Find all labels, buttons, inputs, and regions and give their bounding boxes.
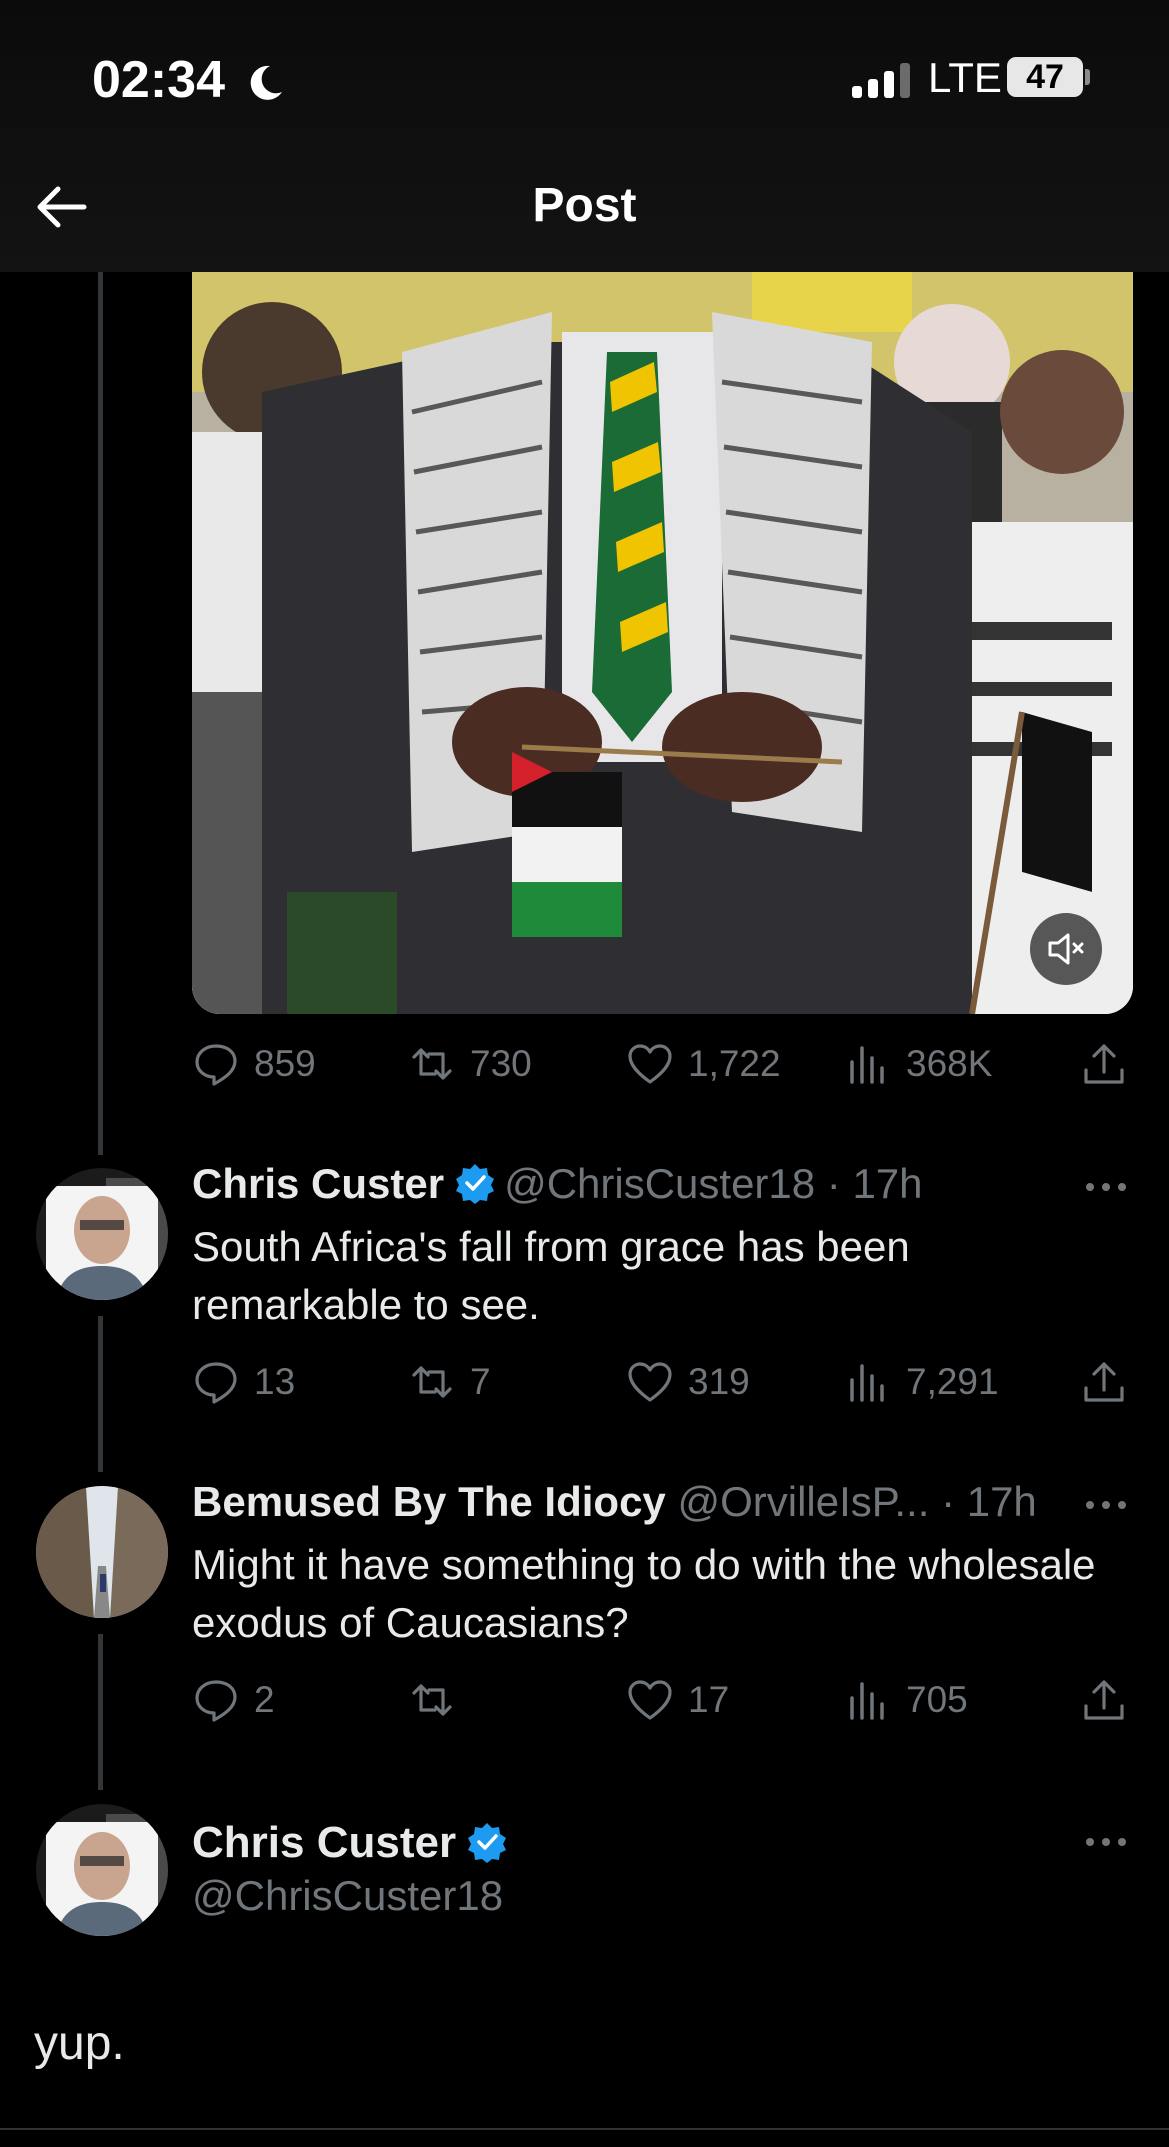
like-count: 319 bbox=[688, 1361, 750, 1402]
top-bar: 02:34 LTE 47 Post bbox=[0, 0, 1169, 272]
thread-line bbox=[98, 272, 103, 1155]
repost-icon bbox=[412, 1366, 452, 1398]
share-icon bbox=[1084, 1044, 1124, 1084]
view-count: 705 bbox=[906, 1679, 968, 1720]
reply-count: 859 bbox=[254, 1043, 316, 1084]
reply-icon bbox=[195, 1362, 237, 1404]
focused-post-text: yup. bbox=[34, 2017, 125, 2070]
like-count: 17 bbox=[688, 1679, 730, 1720]
like-button[interactable]: 319 bbox=[626, 1352, 750, 1412]
like-button[interactable]: 17 bbox=[626, 1670, 729, 1730]
share-icon bbox=[1084, 1680, 1124, 1720]
more-icon[interactable] bbox=[1082, 1832, 1130, 1852]
views-icon bbox=[850, 1682, 884, 1720]
battery-icon: 47 bbox=[1007, 57, 1083, 97]
heart-icon bbox=[628, 1044, 672, 1084]
post-time: · 17h bbox=[941, 1478, 1037, 1525]
views-button[interactable]: 7,291 bbox=[844, 1352, 999, 1412]
speaker-muted-icon bbox=[1048, 933, 1084, 965]
avatar[interactable] bbox=[36, 1168, 168, 1300]
display-name[interactable]: Bemused By The Idiocy bbox=[192, 1478, 666, 1525]
main-tweet-actions: 859 730 1,722 368K bbox=[192, 1034, 1133, 1094]
repost-button[interactable] bbox=[408, 1670, 470, 1730]
reply-button[interactable]: 2 bbox=[192, 1670, 275, 1730]
moon-icon bbox=[250, 65, 282, 100]
avatar-image bbox=[36, 1486, 168, 1618]
reply-text: South Africa's fall from grace has been … bbox=[192, 1223, 910, 1328]
views-button[interactable]: 705 bbox=[844, 1670, 968, 1730]
like-count: 1,722 bbox=[688, 1043, 781, 1084]
repost-count: 730 bbox=[470, 1043, 532, 1084]
like-button[interactable]: 1,722 bbox=[626, 1034, 781, 1094]
avatar[interactable] bbox=[36, 1804, 168, 1936]
battery-tip bbox=[1085, 69, 1090, 85]
heart-icon bbox=[628, 1362, 672, 1402]
handle[interactable]: @ChrisCuster18 bbox=[504, 1160, 815, 1207]
views-icon bbox=[850, 1046, 884, 1084]
network-label: LTE bbox=[928, 54, 1002, 101]
reply-icon bbox=[195, 1680, 237, 1722]
share-button[interactable] bbox=[1080, 1034, 1128, 1094]
video-frame bbox=[192, 272, 1133, 1014]
avatar-image bbox=[36, 1804, 168, 1936]
reply-1-actions: 13 7 319 7,291 bbox=[192, 1352, 1133, 1412]
repost-icon bbox=[412, 1048, 452, 1080]
reply-2-actions: 2 17 705 bbox=[192, 1670, 1133, 1730]
reply-1-header: Chris Custer @ChrisCuster18 · 17h bbox=[192, 1160, 923, 1208]
share-icon bbox=[1084, 1362, 1124, 1402]
more-icon[interactable] bbox=[1082, 1495, 1130, 1515]
share-button[interactable] bbox=[1080, 1670, 1128, 1730]
mute-button[interactable] bbox=[1030, 913, 1102, 985]
verified-badge-icon bbox=[456, 1164, 495, 1204]
share-button[interactable] bbox=[1080, 1352, 1128, 1412]
views-icon bbox=[850, 1364, 884, 1402]
reply-button[interactable]: 859 bbox=[192, 1034, 316, 1094]
display-name[interactable]: Chris Custer bbox=[192, 1160, 444, 1207]
reply-icon bbox=[195, 1044, 237, 1086]
reply-text: Might it have something to do with the w… bbox=[192, 1541, 1096, 1646]
post-time: · 17h bbox=[826, 1160, 923, 1207]
reply-count: 2 bbox=[254, 1679, 275, 1720]
view-count: 368K bbox=[906, 1043, 993, 1084]
reply-button[interactable]: 13 bbox=[192, 1352, 295, 1412]
handle[interactable]: @OrvilleIsP... bbox=[677, 1478, 929, 1525]
views-button[interactable]: 368K bbox=[844, 1034, 992, 1094]
avatar-image bbox=[36, 1168, 168, 1300]
more-icon[interactable] bbox=[1082, 1177, 1130, 1197]
display-name[interactable]: Chris Custer bbox=[192, 1818, 456, 1867]
handle[interactable]: @ChrisCuster18 bbox=[192, 1872, 503, 1920]
video-thumbnail[interactable] bbox=[192, 272, 1133, 1014]
reply-count: 13 bbox=[254, 1361, 296, 1402]
status-time: 02:34 bbox=[92, 51, 225, 109]
repost-icon bbox=[412, 1684, 452, 1716]
thread-line bbox=[98, 1316, 103, 1472]
verified-badge-icon bbox=[468, 1823, 507, 1863]
divider bbox=[0, 2128, 1169, 2130]
signal-icon bbox=[852, 62, 910, 98]
thread-line bbox=[98, 1634, 103, 1790]
avatar[interactable] bbox=[36, 1486, 168, 1618]
repost-button[interactable]: 730 bbox=[408, 1034, 532, 1094]
reply-2-header: Bemused By The Idiocy @OrvilleIsP... · 1… bbox=[192, 1478, 1037, 1526]
view-count: 7,291 bbox=[906, 1361, 999, 1402]
focused-post-header: Chris Custer bbox=[192, 1818, 516, 1868]
repost-button[interactable]: 7 bbox=[408, 1352, 491, 1412]
page-title: Post bbox=[532, 179, 637, 232]
repost-count: 7 bbox=[470, 1361, 491, 1402]
heart-icon bbox=[628, 1680, 672, 1720]
